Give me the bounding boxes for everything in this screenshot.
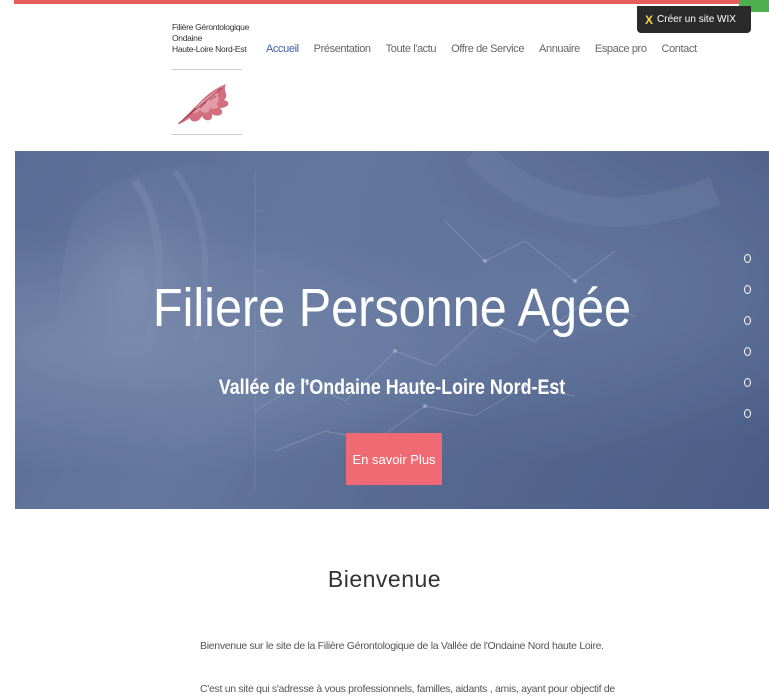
wix-icon: X xyxy=(645,12,654,27)
slide-dot-3[interactable] xyxy=(744,316,751,325)
logo-line: Haute-Loire Nord-Est xyxy=(172,44,247,54)
logo-line: Ondaine xyxy=(172,33,203,43)
nav-item-accueil[interactable]: Accueil xyxy=(266,43,299,55)
welcome-paragraph: Bienvenue sur le site de la Filière Géro… xyxy=(200,640,604,652)
logo-divider xyxy=(172,134,242,135)
welcome-heading: Bienvenue xyxy=(327,566,442,592)
nav-item-espace-pro[interactable]: Espace pro xyxy=(595,43,647,55)
wix-badge-label: Créer un site WIX xyxy=(657,14,736,25)
nav-item-presentation[interactable]: Présentation xyxy=(314,43,371,55)
slide-dot-4[interactable] xyxy=(744,347,751,356)
oak-leaf-logo-icon[interactable] xyxy=(172,78,242,130)
logo-line: Filière Gérontologique xyxy=(172,22,250,32)
main-nav: Accueil Présentation Toute l'actu Offre … xyxy=(266,43,712,55)
logo-divider xyxy=(172,69,242,70)
welcome-paragraph: C'est un site qui s'adresse à vous profe… xyxy=(200,683,615,695)
hero-title: Filiere Personne Agée xyxy=(152,278,632,338)
nav-item-actu[interactable]: Toute l'actu xyxy=(386,43,437,55)
nav-item-annuaire[interactable]: Annuaire xyxy=(539,43,580,55)
slide-dot-6[interactable] xyxy=(744,409,751,418)
slide-dot-1[interactable] xyxy=(744,254,751,263)
slide-dot-5[interactable] xyxy=(744,378,751,387)
slideshow-navigation xyxy=(744,254,754,440)
nav-item-contact[interactable]: Contact xyxy=(662,43,698,55)
top-accent-bar xyxy=(14,0,769,4)
hero-subtitle: Vallée de l'Ondaine Haute-Loire Nord-Est xyxy=(218,376,566,399)
hero-slideshow: Filiere Personne Agée Vallée de l'Ondain… xyxy=(15,151,769,509)
nav-item-offre-de-service[interactable]: Offre de Service xyxy=(451,43,524,55)
slide-dot-2[interactable] xyxy=(744,285,751,294)
site-logo-text[interactable]: Filière Gérontologique Ondaine Haute-Loi… xyxy=(172,22,252,55)
wix-create-site-badge[interactable]: X Créer un site WIX xyxy=(637,6,751,33)
en-savoir-plus-button[interactable]: En savoir Plus xyxy=(346,433,442,485)
